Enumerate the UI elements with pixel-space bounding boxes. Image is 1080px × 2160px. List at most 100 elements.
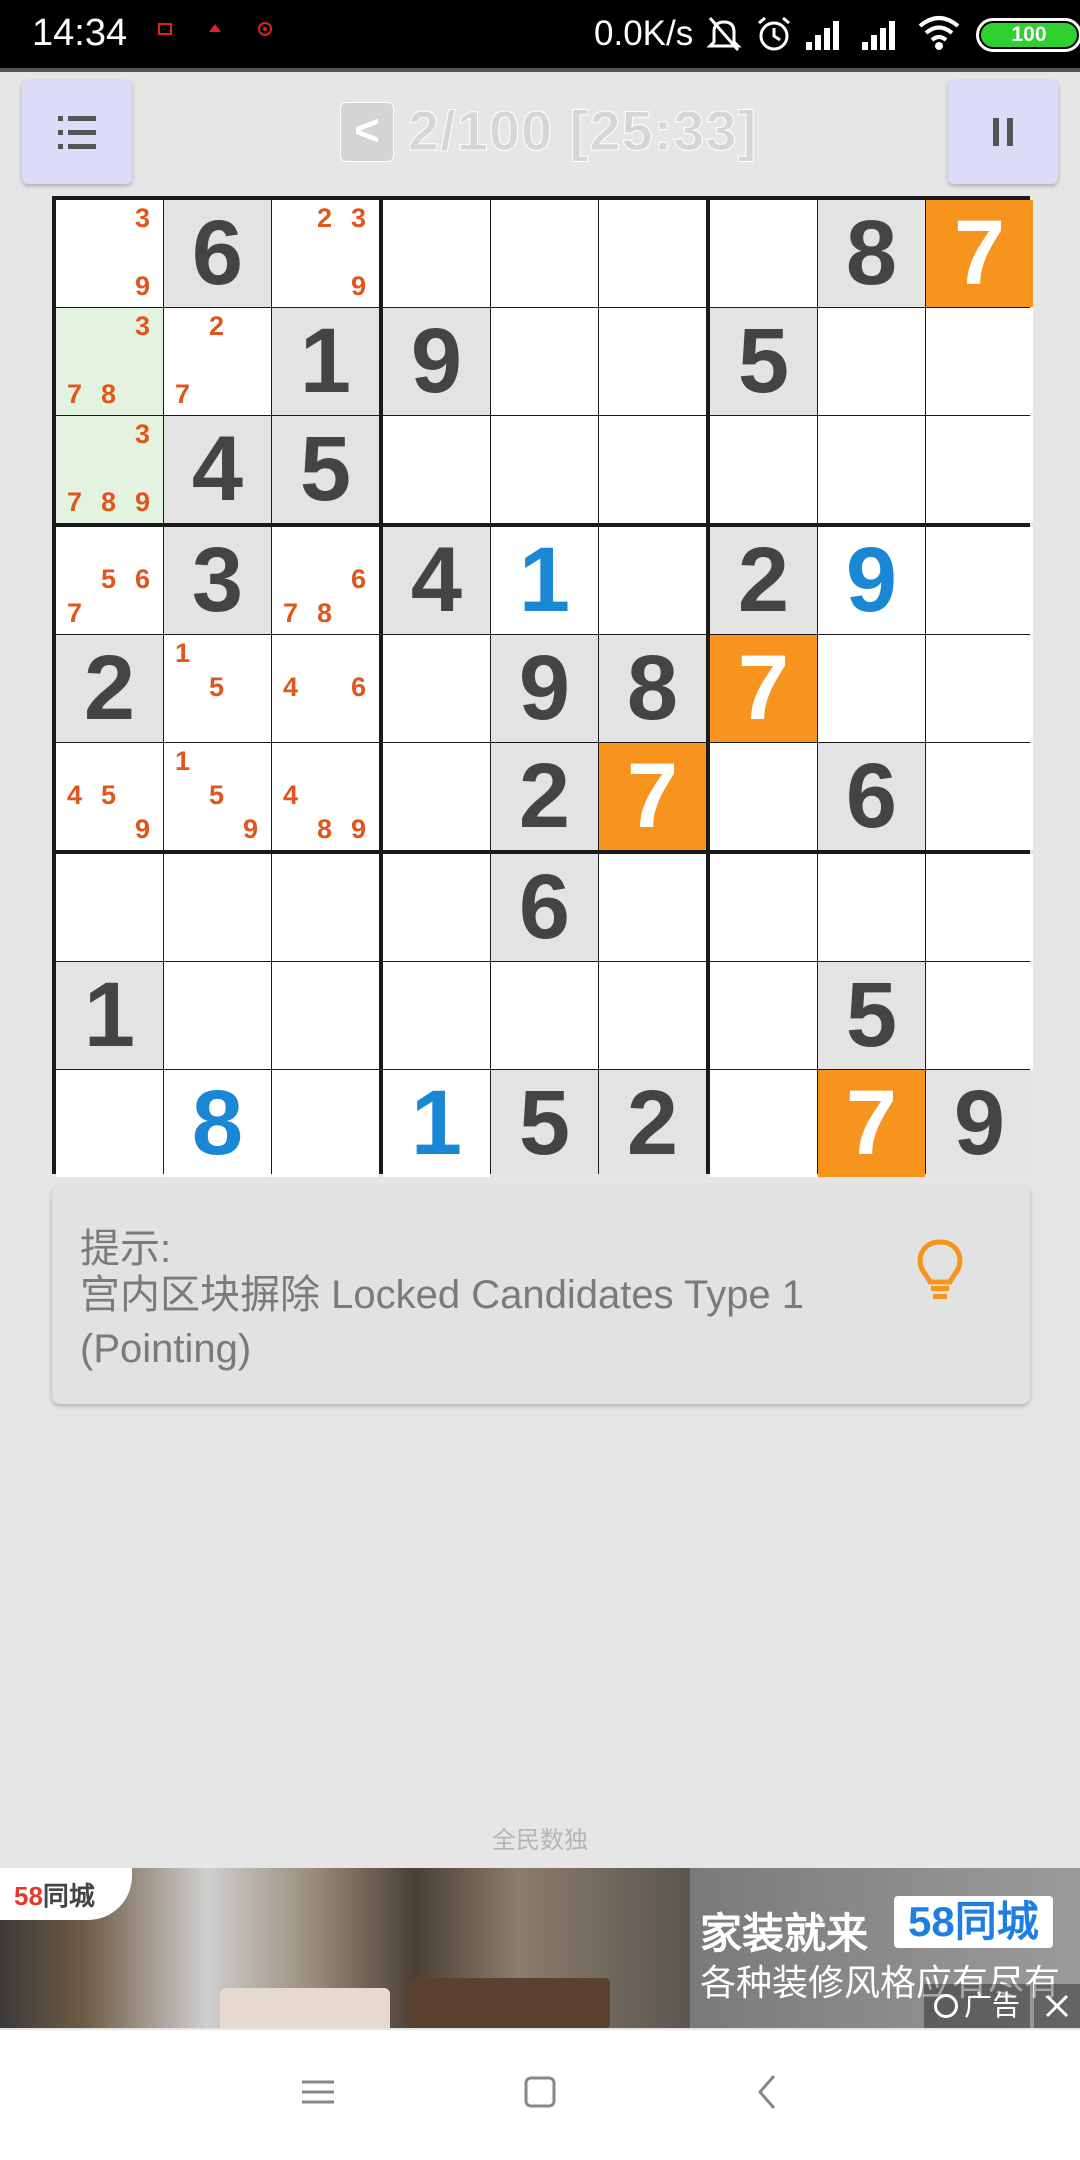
board-cell-r4c8[interactable]: 9 <box>818 527 925 634</box>
board-cell-r6c9[interactable] <box>926 743 1033 850</box>
board-cell-r9c2[interactable]: 8 <box>164 1070 271 1177</box>
board-cell-r3c6[interactable] <box>599 416 706 523</box>
board-cell-r6c6[interactable]: 7 <box>599 743 706 850</box>
board-cell-r4c1[interactable]: 56 7 <box>56 527 163 634</box>
board-cell-r9c3[interactable] <box>272 1070 379 1177</box>
board-cell-r4c6[interactable] <box>599 527 706 634</box>
candidate-mark: 8 <box>100 487 117 517</box>
board-cell-r1c1[interactable]: 39 <box>56 200 163 307</box>
board-cell-r5c4[interactable] <box>383 635 490 742</box>
board-cell-r2c1[interactable]: 3 78 <box>56 308 163 415</box>
board-cell-r9c9[interactable]: 9 <box>926 1070 1033 1177</box>
board-cell-r3c5[interactable] <box>491 416 598 523</box>
board-cell-r1c8[interactable]: 8 <box>818 200 925 307</box>
board-cell-r5c2[interactable]: 15 <box>164 635 271 742</box>
board-cell-r4c5[interactable]: 1 <box>491 527 598 634</box>
board-cell-r8c4[interactable] <box>383 962 490 1069</box>
board-cell-r8c1[interactable]: 1 <box>56 962 163 1069</box>
board-cell-r7c4[interactable] <box>383 854 490 961</box>
board-cell-r5c8[interactable] <box>818 635 925 742</box>
candidate-mark: 2 <box>208 311 225 341</box>
board-cell-r8c5[interactable] <box>491 962 598 1069</box>
board-cell-r1c5[interactable] <box>491 200 598 307</box>
cell-digit: 4 <box>410 529 463 631</box>
board-cell-r8c6[interactable] <box>599 962 706 1069</box>
board-cell-r5c5[interactable]: 9 <box>491 635 598 742</box>
board-cell-r7c3[interactable] <box>272 854 379 961</box>
board-cell-r3c9[interactable] <box>926 416 1033 523</box>
previous-puzzle-button[interactable]: < <box>340 102 394 162</box>
board-cell-r1c7[interactable] <box>710 200 817 307</box>
back-icon[interactable] <box>748 2072 788 2112</box>
board-cell-r9c8[interactable]: 7 <box>818 1070 925 1177</box>
home-icon[interactable] <box>520 2072 560 2112</box>
board-cell-r1c4[interactable] <box>383 200 490 307</box>
board-cell-r2c7[interactable]: 5 <box>710 308 817 415</box>
board-cell-r3c1[interactable]: 3 789 <box>56 416 163 523</box>
board-cell-r4c4[interactable]: 4 <box>383 527 490 634</box>
cell-digit: 8 <box>191 1072 244 1174</box>
board-cell-r2c6[interactable] <box>599 308 706 415</box>
board-cell-r7c2[interactable] <box>164 854 271 961</box>
board-cell-r1c6[interactable] <box>599 200 706 307</box>
board-cell-r7c1[interactable] <box>56 854 163 961</box>
board-cell-r6c4[interactable] <box>383 743 490 850</box>
board-cell-r2c2[interactable]: 27 <box>164 308 271 415</box>
board-cell-r6c5[interactable]: 2 <box>491 743 598 850</box>
board-cell-r8c3[interactable] <box>272 962 379 1069</box>
board-cell-r6c2[interactable]: 159 <box>164 743 271 850</box>
board-cell-r3c8[interactable] <box>818 416 925 523</box>
board-cell-r1c9[interactable]: 7 <box>926 200 1033 307</box>
ad-banner[interactable]: 58同城 家装就来 58同城 各种装修风格应有尽有 广告 <box>0 1868 1080 2028</box>
ad-image-sofa <box>220 1988 390 2028</box>
board-cell-r7c5[interactable]: 6 <box>491 854 598 961</box>
board-cell-r3c2[interactable]: 4 <box>164 416 271 523</box>
board-cell-r7c8[interactable] <box>818 854 925 961</box>
ad-close-button[interactable] <box>1034 1984 1080 2028</box>
app-brand: 全民数独 <box>492 1827 588 1854</box>
board-cell-r4c9[interactable] <box>926 527 1033 634</box>
board-cell-r5c3[interactable]: 46 <box>272 635 379 742</box>
board-cell-r8c9[interactable] <box>926 962 1033 1069</box>
board-cell-r2c3[interactable]: 1 <box>272 308 379 415</box>
hint-card[interactable]: 提示: 宫内区块摒除 Locked Candidates Type 1 (Poi… <box>52 1186 1030 1404</box>
board-cell-r9c4[interactable]: 1 <box>383 1070 490 1177</box>
board-cell-r4c7[interactable]: 2 <box>710 527 817 634</box>
board-cell-r9c5[interactable]: 5 <box>491 1070 598 1177</box>
board-cell-r2c4[interactable]: 9 <box>383 308 490 415</box>
board-cell-r2c8[interactable] <box>818 308 925 415</box>
board-cell-r5c1[interactable]: 2 <box>56 635 163 742</box>
board-cell-r5c7[interactable]: 7 <box>710 635 817 742</box>
pause-button[interactable] <box>948 80 1058 184</box>
recent-apps-icon[interactable] <box>298 2072 338 2112</box>
board-cell-r7c7[interactable] <box>710 854 817 961</box>
board-cell-r9c1[interactable] <box>56 1070 163 1177</box>
board-cell-r3c7[interactable] <box>710 416 817 523</box>
menu-button[interactable] <box>22 80 132 184</box>
ad-info-icon <box>934 1994 958 2018</box>
board-cell-r3c3[interactable]: 5 <box>272 416 379 523</box>
board-cell-r9c7[interactable] <box>710 1070 817 1177</box>
board-cell-r3c4[interactable] <box>383 416 490 523</box>
board-cell-r6c3[interactable]: 489 <box>272 743 379 850</box>
board-cell-r4c2[interactable]: 3 <box>164 527 271 634</box>
board-cell-r1c3[interactable]: 23 9 <box>272 200 379 307</box>
board-cell-r4c3[interactable]: 6 78 <box>272 527 379 634</box>
board-cell-r9c6[interactable]: 2 <box>599 1070 706 1177</box>
board-cell-r6c8[interactable]: 6 <box>818 743 925 850</box>
board-cell-r2c5[interactable] <box>491 308 598 415</box>
board-cell-r1c2[interactable]: 6 <box>164 200 271 307</box>
board-cell-r7c6[interactable] <box>599 854 706 961</box>
board-cell-r6c7[interactable] <box>710 743 817 850</box>
lightbulb-icon[interactable] <box>916 1238 964 1304</box>
board-cell-r8c7[interactable] <box>710 962 817 1069</box>
board-cell-r7c9[interactable] <box>926 854 1033 961</box>
board-cell-r5c9[interactable] <box>926 635 1033 742</box>
candidate-mark: 8 <box>316 598 333 628</box>
board-cell-r8c2[interactable] <box>164 962 271 1069</box>
candidate-mark: 9 <box>350 271 367 301</box>
board-cell-r2c9[interactable] <box>926 308 1033 415</box>
board-cell-r5c6[interactable]: 8 <box>599 635 706 742</box>
board-cell-r8c8[interactable]: 5 <box>818 962 925 1069</box>
board-cell-r6c1[interactable]: 459 <box>56 743 163 850</box>
